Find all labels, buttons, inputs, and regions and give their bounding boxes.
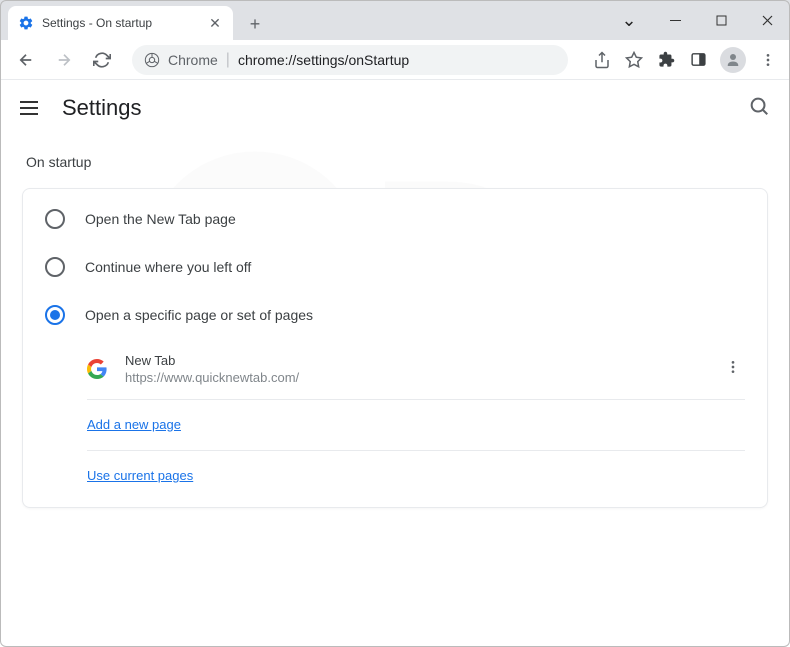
add-page-row: Add a new page: [87, 400, 745, 451]
hamburger-menu-icon[interactable]: [20, 96, 44, 120]
radio-label: Continue where you left off: [85, 259, 251, 275]
window-controls: ⌄: [606, 0, 790, 40]
search-icon[interactable]: [748, 95, 770, 122]
share-icon[interactable]: [592, 50, 612, 70]
startup-pages-list: New Tab https://www.quicknewtab.com/ Add…: [87, 339, 745, 501]
settings-header: Settings: [0, 80, 790, 136]
radio-icon: [45, 257, 65, 277]
page-entry-title: New Tab: [125, 353, 703, 368]
add-page-link[interactable]: Add a new page: [87, 417, 181, 432]
back-button[interactable]: [12, 46, 40, 74]
bookmark-star-icon[interactable]: [624, 50, 644, 70]
address-path: chrome://settings/onStartup: [238, 52, 409, 68]
startup-page-entry: New Tab https://www.quicknewtab.com/: [87, 339, 745, 400]
close-window-button[interactable]: [744, 0, 790, 40]
section-title: On startup: [26, 154, 768, 170]
use-current-link[interactable]: Use current pages: [87, 468, 193, 483]
browser-toolbar: Chrome | chrome://settings/onStartup: [0, 40, 790, 80]
page-entry-more-icon[interactable]: [721, 355, 745, 384]
radio-label: Open the New Tab page: [85, 211, 236, 227]
forward-button[interactable]: [50, 46, 78, 74]
browser-tab[interactable]: Settings - On startup ✕: [8, 6, 233, 40]
menu-dots-icon[interactable]: [758, 50, 778, 70]
side-panel-icon[interactable]: [688, 50, 708, 70]
page-entry-url: https://www.quicknewtab.com/: [125, 370, 703, 385]
settings-title: Settings: [62, 95, 142, 121]
reload-button[interactable]: [88, 46, 116, 74]
address-prefix: Chrome: [168, 52, 218, 68]
radio-icon: [45, 209, 65, 229]
address-bar[interactable]: Chrome | chrome://settings/onStartup: [132, 45, 568, 75]
radio-option-new-tab[interactable]: Open the New Tab page: [23, 195, 767, 243]
profile-avatar[interactable]: [720, 47, 746, 73]
radio-label: Open a specific page or set of pages: [85, 307, 313, 323]
extensions-icon[interactable]: [656, 50, 676, 70]
radio-option-continue[interactable]: Continue where you left off: [23, 243, 767, 291]
google-favicon: [87, 359, 107, 379]
use-current-row: Use current pages: [87, 451, 745, 501]
radio-option-specific[interactable]: Open a specific page or set of pages: [23, 291, 767, 339]
new-tab-button[interactable]: +: [241, 10, 269, 38]
maximize-button[interactable]: [698, 0, 744, 40]
tab-close-icon[interactable]: ✕: [207, 15, 223, 31]
tab-title: Settings - On startup: [42, 16, 199, 30]
tab-search-button[interactable]: ⌄: [606, 0, 652, 40]
minimize-button[interactable]: [652, 0, 698, 40]
settings-content: On startup Open the New Tab page Continu…: [0, 136, 790, 508]
titlebar: Settings - On startup ✕ + ⌄: [0, 0, 790, 40]
chrome-logo-icon: [144, 52, 160, 68]
startup-card: Open the New Tab page Continue where you…: [22, 188, 768, 508]
radio-icon-selected: [45, 305, 65, 325]
address-separator: |: [226, 51, 230, 69]
settings-gear-icon: [18, 15, 34, 31]
